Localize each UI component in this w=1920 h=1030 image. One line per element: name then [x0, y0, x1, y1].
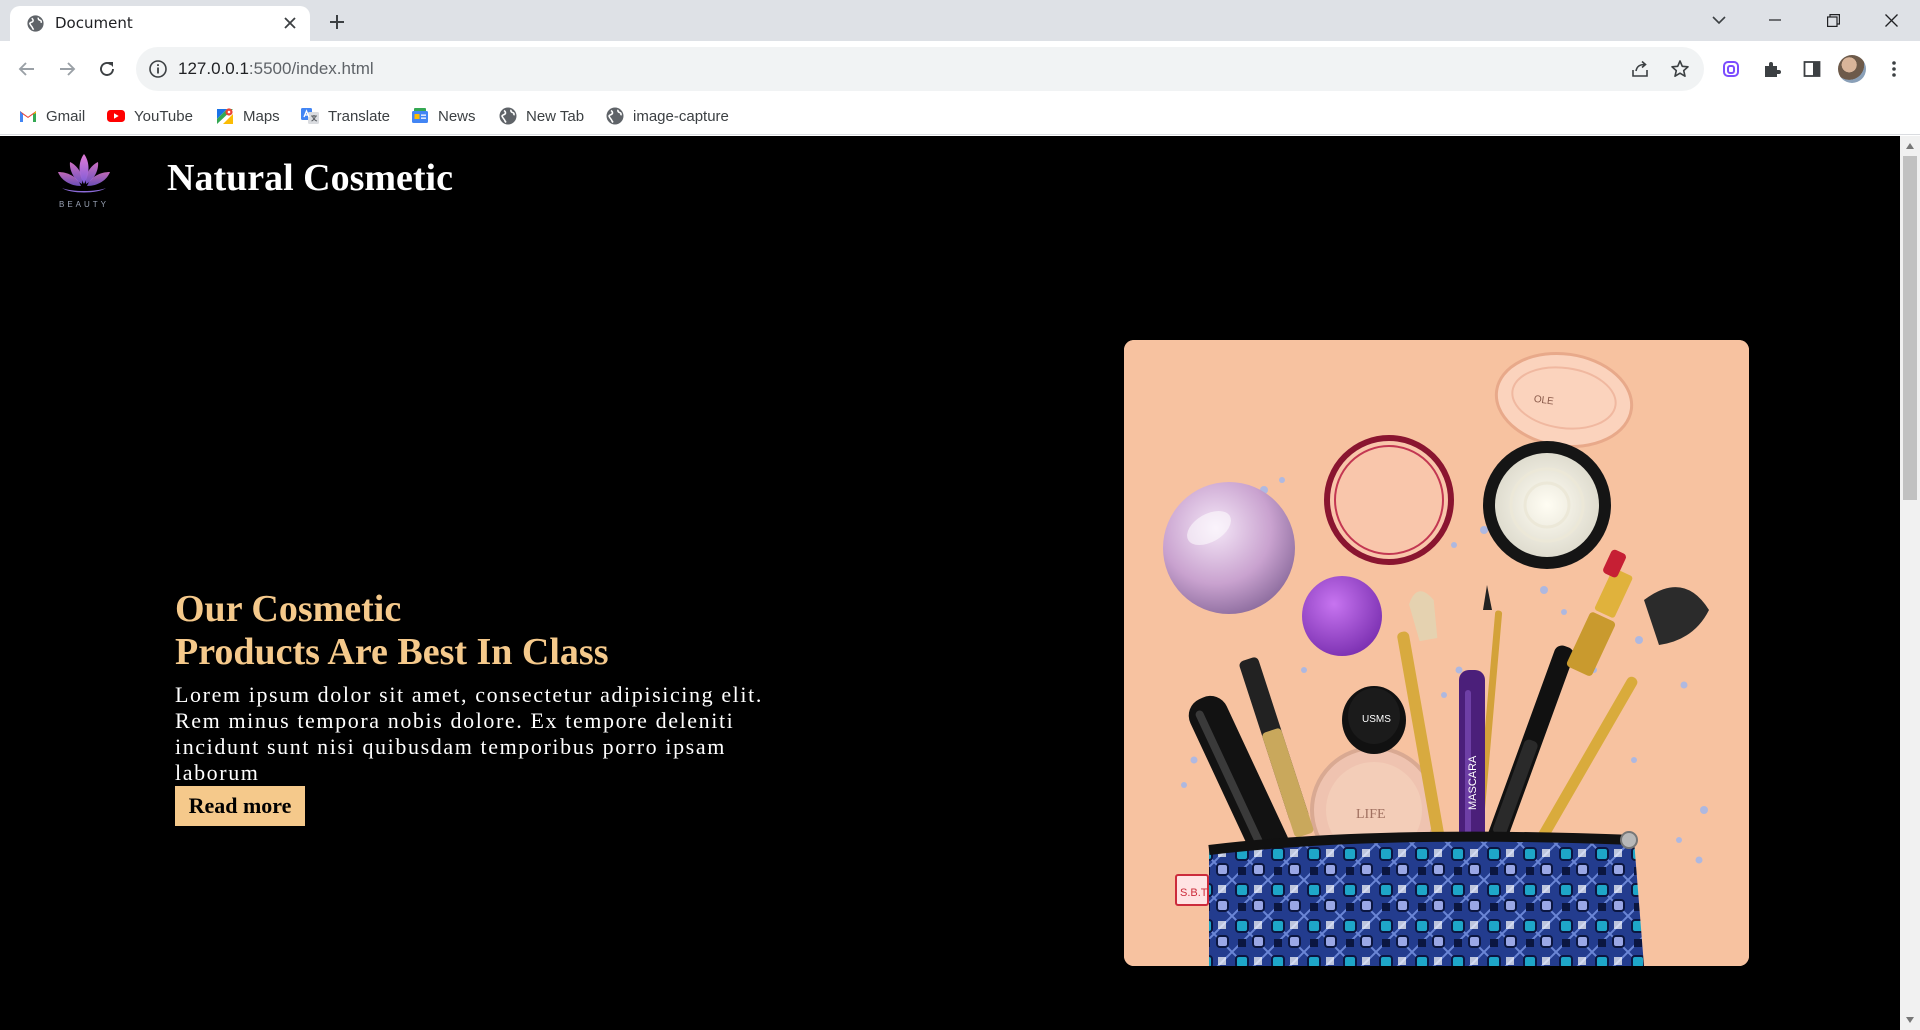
bookmark-news[interactable]: News — [410, 97, 476, 135]
brand-logo[interactable]: BEAUTY — [52, 148, 116, 212]
bookmark-gmail[interactable]: Gmail — [18, 97, 85, 135]
hero-heading-line-2: Products Are Best In Class — [175, 631, 609, 673]
reload-icon — [100, 62, 114, 76]
minimize-button[interactable] — [1752, 0, 1798, 40]
hero-heading-line-1: Our Cosmetic — [175, 588, 402, 630]
chevron-down-icon — [1712, 16, 1726, 25]
bookmark-youtube[interactable]: YouTube — [106, 97, 193, 135]
puzzle-icon[interactable] — [1758, 55, 1786, 83]
read-more-button[interactable]: Read more — [175, 786, 305, 826]
cosmetics-hero-image: OLE LIFE USMS MASCARA S.B.T — [1124, 340, 1749, 966]
youtube-icon — [107, 110, 125, 122]
bookmark-maps[interactable]: Maps — [215, 97, 280, 135]
browser-toolbar: 127.0.0.1:5500/index.html — [0, 41, 1920, 97]
restore-button[interactable] — [1810, 0, 1856, 40]
news-icon — [412, 108, 428, 123]
hero-description: Lorem ipsum dolor sit amet, consectetur … — [175, 682, 763, 785]
bookmark-label: New Tab — [526, 107, 585, 125]
logo-text: BEAUTY — [58, 200, 109, 209]
pouch-tag-label: S.B.T — [1180, 887, 1208, 899]
scroll-down-arrow[interactable] — [1900, 1012, 1920, 1028]
tab-search-button[interactable] — [1696, 0, 1742, 40]
address-bar[interactable]: 127.0.0.1:5500/index.html — [136, 47, 1704, 91]
plus-icon — [330, 15, 344, 29]
globe-icon — [27, 15, 44, 32]
close-icon — [1884, 13, 1898, 27]
bookmark-image-capture[interactable]: image-capture — [605, 97, 729, 135]
gmail-icon — [20, 111, 36, 122]
side-panel-icon[interactable] — [1798, 55, 1826, 83]
close-tab-icon[interactable] — [280, 13, 300, 33]
globe-icon — [499, 107, 517, 125]
bookmark-translate[interactable]: Translate — [300, 97, 390, 135]
site-title: Natural Cosmetic — [167, 157, 453, 199]
caret-up-icon — [1906, 143, 1914, 149]
hero-heading: Our Cosmetic Products Are Best In Class — [175, 588, 875, 674]
active-tab[interactable]: Document — [10, 6, 310, 41]
close-window-button[interactable] — [1868, 0, 1914, 40]
share-icon[interactable] — [1628, 57, 1652, 81]
url-text[interactable]: 127.0.0.1:5500/index.html — [178, 59, 374, 79]
caret-down-icon — [1906, 1017, 1914, 1023]
page-viewport: BEAUTY Natural Cosmetic Our Cosmetic Pro… — [0, 136, 1920, 1030]
scrollbar-thumb[interactable] — [1903, 156, 1917, 500]
bookmark-label: image-capture — [633, 107, 729, 125]
bookmarks-bar: Gmail YouTube Maps Translate News New Ta… — [0, 97, 1920, 135]
bookmark-label: Gmail — [46, 107, 86, 125]
new-tab-button[interactable] — [323, 8, 351, 36]
translate-icon — [301, 108, 319, 124]
maps-icon — [217, 108, 233, 124]
minimize-icon — [1769, 19, 1781, 21]
bookmark-label: Maps — [243, 107, 280, 125]
forward-button[interactable] — [49, 51, 85, 87]
scroll-up-arrow[interactable] — [1900, 138, 1920, 154]
info-icon[interactable] — [148, 59, 168, 79]
arrow-left-icon — [18, 62, 34, 76]
back-button[interactable] — [9, 51, 45, 87]
vertical-scrollbar[interactable] — [1900, 136, 1920, 1030]
bookmark-label: YouTube — [134, 107, 193, 125]
profile-avatar[interactable] — [1838, 55, 1866, 83]
mascara-label: MASCARA — [1467, 755, 1479, 810]
menu-kebab-icon[interactable] — [1880, 55, 1908, 83]
globe-icon — [606, 107, 624, 125]
browser-window: Document 127.0.0.1:5500/index.html Gmail… — [0, 0, 1920, 1030]
lotus-icon — [58, 154, 110, 193]
arrow-right-icon — [60, 62, 76, 76]
reload-button[interactable] — [89, 51, 125, 87]
bookmark-label: News — [438, 107, 476, 125]
tab-title: Document — [55, 14, 133, 32]
bookmark-new-tab[interactable]: New Tab — [498, 97, 584, 135]
url-host: 127.0.0.1 — [178, 59, 249, 78]
tab-strip: Document — [0, 0, 1920, 41]
url-path: :5500/index.html — [248, 59, 374, 78]
bookmark-label: Translate — [328, 107, 390, 125]
restore-icon — [1826, 13, 1840, 27]
star-icon[interactable] — [1668, 57, 1692, 81]
extension-copy-icon[interactable] — [1717, 55, 1745, 83]
jar-label: USMS — [1362, 714, 1391, 725]
compact-label: LIFE — [1356, 807, 1386, 822]
